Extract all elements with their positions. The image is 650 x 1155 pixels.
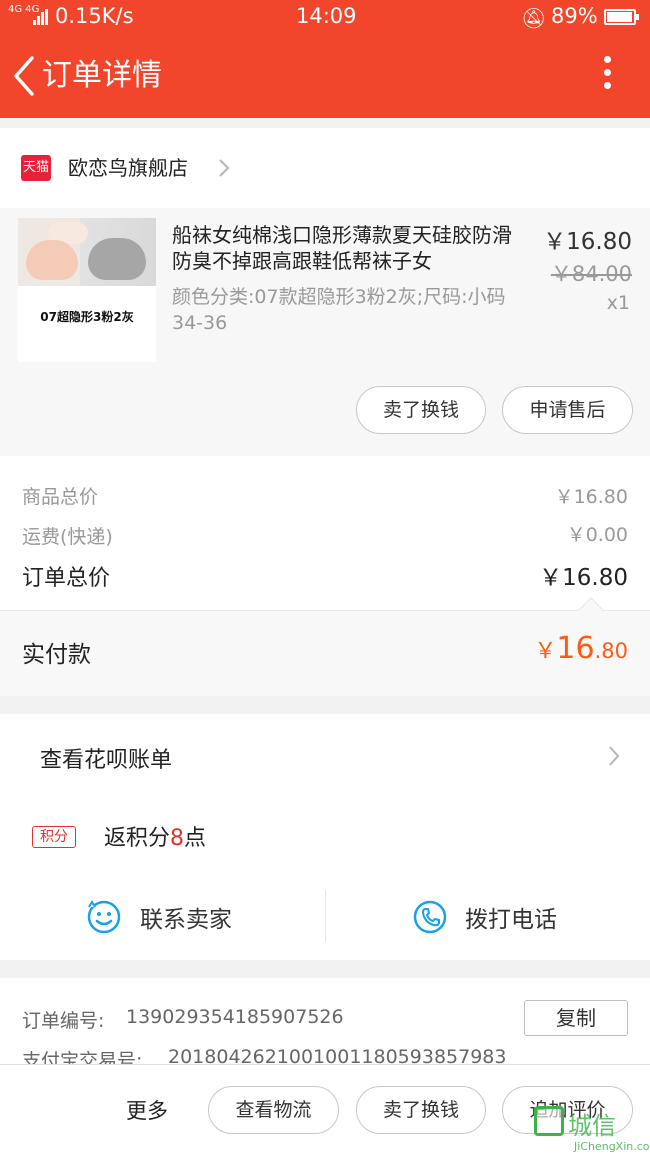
status-bar: 4G 4G 0.15K/s 14:09 🔕︎ 89% — [0, 0, 650, 34]
shipping-value: ￥0.00 — [566, 524, 628, 546]
shop-name: 欧恋鸟旗舰店 — [68, 156, 188, 180]
battery-level — [607, 12, 632, 22]
battery-icon — [604, 9, 639, 25]
original-price: ￥84.00 — [550, 262, 632, 286]
order-number-label: 订单编号: — [22, 1010, 105, 1032]
product-spec: 颜色分类:07款超隐形3粉2灰;尺码:小码34-36 — [172, 286, 506, 334]
more-button[interactable]: 更多 — [126, 1095, 168, 1125]
view-huabei-bill[interactable]: 查看花呗账单 — [40, 742, 172, 774]
order-number: 139029354185907526 — [126, 1006, 344, 1028]
paid-decimal: .80 — [594, 639, 628, 663]
call-phone-button[interactable]: 拨打电话 — [465, 900, 557, 934]
points-badge: 积分 — [32, 826, 76, 848]
goods-total-label: 商品总价 — [22, 486, 99, 508]
watermark-text: 城信 — [568, 1112, 616, 1140]
clock: 14:09 — [296, 4, 357, 28]
paid-amount: ￥16.80 — [534, 631, 628, 666]
site-watermark: 城信 JiChengXin.com — [534, 1104, 650, 1155]
nav-bar: 订单详情 — [0, 34, 650, 118]
more-options-icon[interactable] — [592, 56, 622, 96]
back-arrow-icon[interactable] — [10, 54, 40, 98]
product-price: ￥16.80 — [543, 229, 632, 255]
product-quantity: x1 — [606, 292, 630, 314]
tmall-logo: 天猫 — [21, 155, 51, 181]
paid-currency: ￥ — [534, 639, 557, 664]
watermark-url: JiChengXin.com — [574, 1140, 650, 1153]
page-title: 订单详情 — [42, 58, 162, 93]
chevron-right-icon[interactable] — [606, 744, 622, 768]
product-title[interactable]: 船袜女纯棉浅口隐形薄款夏天硅胶防滑防臭不掉跟高跟鞋低帮袜子女 — [172, 222, 528, 274]
contact-row: 联系卖家 拨打电话 — [0, 882, 650, 960]
price-summary: 商品总价 ￥16.80 运费(快递) ￥0.00 订单总价 ￥16.80 实付款… — [0, 456, 650, 696]
points-reward: 返积分8点 — [104, 820, 206, 852]
paid-amount-row: 实付款 ￥16.80 — [0, 597, 650, 696]
order-total-label: 订单总价 — [22, 566, 111, 591]
sell-for-cash-button[interactable]: 卖了换钱 — [356, 386, 486, 434]
sell-for-cash-button-bottom[interactable]: 卖了换钱 — [356, 1086, 486, 1134]
chevron-right-icon — [219, 159, 230, 177]
silent-bell-icon: 🔕︎ — [521, 6, 547, 30]
product-item[interactable]: 07超隐形3粉2灰 船袜女纯棉浅口隐形薄款夏天硅胶防滑防臭不掉跟高跟鞋低帮袜子女… — [0, 208, 650, 456]
goods-total-value: ￥16.80 — [554, 486, 628, 508]
order-info: 订单编号: 139029354185907526 复制 支付宝交易号: 2018… — [0, 978, 650, 1068]
watermark-logo-icon — [534, 1106, 564, 1136]
signal-icon — [33, 9, 49, 25]
shop-header[interactable]: 天猫 欧恋鸟旗舰店 — [0, 128, 650, 208]
after-sale-button[interactable]: 申请售后 — [502, 386, 633, 434]
divider — [325, 890, 326, 942]
network-speed: 0.15K/s — [55, 4, 134, 28]
points-value: 8 — [170, 826, 185, 851]
phone-icon[interactable] — [412, 899, 448, 935]
order-actions: 查看花呗账单 积分 返积分8点 联系卖家 拨打电话 — [0, 714, 650, 960]
chat-bubble-icon[interactable] — [86, 899, 122, 935]
paid-integer: 16 — [556, 631, 595, 666]
product-thumbnail[interactable]: 07超隐形3粉2灰 — [18, 218, 156, 362]
points-suffix: 点 — [184, 826, 207, 851]
order-total-value: ￥16.80 — [539, 565, 628, 591]
view-logistics-button[interactable]: 查看物流 — [208, 1086, 339, 1134]
thumbnail-caption: 07超隐形3粉2灰 — [40, 310, 134, 324]
product-photo — [18, 218, 156, 286]
contact-seller-button[interactable]: 联系卖家 — [140, 900, 232, 934]
battery-percent: 89% — [551, 4, 598, 28]
paid-label: 实付款 — [22, 642, 91, 668]
points-prefix: 返积分 — [104, 826, 171, 851]
copy-button[interactable]: 复制 — [524, 1000, 628, 1036]
shipping-label: 运费(快递) — [22, 526, 113, 548]
